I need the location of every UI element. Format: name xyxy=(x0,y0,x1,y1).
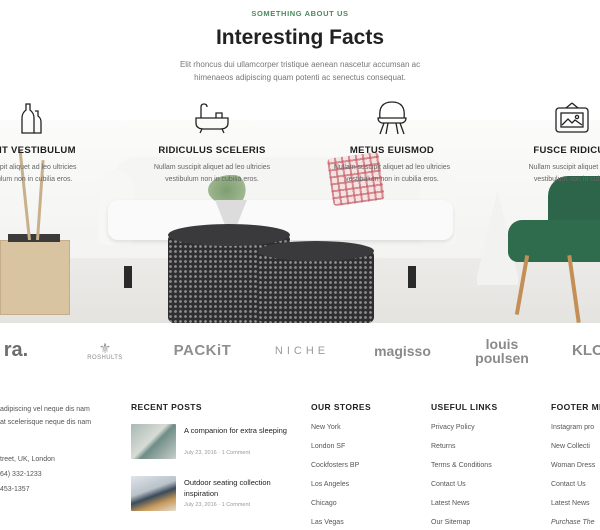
fact-item: FUSCE RIDICUL Nullam suscipit aliquet ad… xyxy=(497,100,600,186)
recent-post[interactable]: Outdoor seating collection inspiration J… xyxy=(131,476,296,512)
fact-title: FUSCE RIDICUL xyxy=(533,145,600,156)
site-footer: adipiscing vel neque dis nam at sceleris… xyxy=(0,378,600,530)
section-heading: Interesting Facts xyxy=(215,26,385,49)
fact-text: Nullam suscipit aliquet ad leo ultricies… xyxy=(317,162,467,186)
intro-line: Elit rhoncus dui ullamcorper tristique a… xyxy=(179,60,421,69)
footer-menu-link[interactable]: Woman Dress xyxy=(551,462,595,469)
store-link[interactable]: Chicago xyxy=(311,500,337,507)
bottles-icon xyxy=(0,100,107,136)
fact-title: ENT VESTIBULUM xyxy=(0,145,76,156)
about-text: at scelerisque neque dis nam xyxy=(0,419,92,426)
useful-link[interactable]: Contact Us xyxy=(431,481,466,488)
address-text: treet, UK, London xyxy=(0,456,55,463)
brand-name: PACKiT xyxy=(173,342,232,359)
brand-name: louis xyxy=(485,335,519,352)
post-date: July 23, 2016 xyxy=(184,502,217,508)
brand-logo[interactable]: magisso xyxy=(365,323,440,378)
brand-name: ROSHULTS xyxy=(87,354,123,361)
fact-title: METUS EUISMOD xyxy=(349,145,435,156)
fact-text-line: Nullam suscipit aliquet ad leo ultricies xyxy=(333,164,451,171)
footer-menu-link[interactable]: New Collecti xyxy=(551,443,590,450)
fact-text-line: vestibulum non in cubilia eros. xyxy=(345,176,439,183)
fact-text-line: Nullam suscipit aliquet ad le xyxy=(528,164,600,171)
brand-logo[interactable]: ⚜ ROSHULTS xyxy=(70,323,140,378)
fact-text: uscipit aliquet ad leo ultricies ibulum … xyxy=(0,162,107,186)
recent-post[interactable]: A companion for extra sleeping July 23, … xyxy=(131,424,296,460)
post-thumbnail[interactable] xyxy=(131,424,176,459)
fact-item: METUS EUISMOD Nullam suscipit aliquet ad… xyxy=(317,100,467,186)
store-link[interactable]: Los Angeles xyxy=(311,481,349,488)
post-comments[interactable]: 1 Comment xyxy=(222,450,250,456)
phone-text: 64) 332-1233 xyxy=(0,471,42,478)
fact-text-line: vestibulum non in cubilia xyxy=(533,176,600,183)
wooden-crate xyxy=(0,240,70,315)
brand-logo[interactable]: KLO xyxy=(572,323,600,378)
section-intro: Elit rhoncus dui ullamcorper tristique a… xyxy=(150,58,450,84)
fact-text: Nullam suscipit aliquet ad le vestibulum… xyxy=(497,162,600,186)
about-text: adipiscing vel neque dis nam xyxy=(0,406,90,413)
post-comments[interactable]: 1 Comment xyxy=(222,502,250,508)
interesting-facts-section: SOMETHING ABOUT US Interesting Facts Eli… xyxy=(0,0,600,323)
fact-text-line: ibulum non in cubilia eros. xyxy=(0,176,73,183)
fact-item: ENT VESTIBULUM uscipit aliquet ad leo ul… xyxy=(0,100,107,186)
side-table-left-top xyxy=(168,224,290,246)
armchair-icon xyxy=(317,100,467,136)
store-link[interactable]: Las Vegas xyxy=(311,519,344,526)
brand-logos-strip: ra. ⚜ ROSHULTS PACKiT NICHE magisso loui… xyxy=(0,323,600,378)
post-title-link[interactable]: A companion for extra sleeping xyxy=(184,425,294,436)
phone-text: 453-1357 xyxy=(0,486,30,493)
book-stack xyxy=(8,234,60,242)
brand-logo[interactable]: louis poulsen xyxy=(462,323,542,378)
fact-item: RIDICULUS SCELERIS Nullam suscipit aliqu… xyxy=(137,100,287,186)
brand-name: NICHE xyxy=(274,344,330,357)
fact-text: Nullam suscipit aliquet ad leo ultricies… xyxy=(137,162,287,186)
footer-menu-link[interactable]: Contact Us xyxy=(551,481,586,488)
footer-menu-title: FOOTER ME xyxy=(551,402,600,412)
footer-menu-link[interactable]: Instagram pro xyxy=(551,424,594,431)
footer-menu-link[interactable]: Latest News xyxy=(551,500,590,507)
post-meta: July 23, 2016 · 1 Comment xyxy=(184,450,250,456)
brand-name: magisso xyxy=(374,342,431,359)
bathtub-icon xyxy=(137,100,287,136)
post-thumbnail[interactable] xyxy=(131,476,176,511)
useful-link[interactable]: Returns xyxy=(431,443,456,450)
brand-logo[interactable]: NICHE xyxy=(262,323,342,378)
sofa-leg xyxy=(124,266,132,288)
our-stores-title: OUR STORES xyxy=(311,402,372,412)
post-title-link[interactable]: Outdoor seating collection inspiration xyxy=(184,477,294,499)
section-kicker: SOMETHING ABOUT US xyxy=(251,9,349,18)
green-chair-seat xyxy=(508,220,600,262)
side-table-right-top xyxy=(258,241,374,261)
sofa-leg xyxy=(408,266,416,288)
crest-icon: ⚜ xyxy=(98,339,112,356)
brand-logo[interactable]: PACKiT xyxy=(165,323,240,378)
fact-title: RIDICULUS SCELERIS xyxy=(158,145,266,156)
brand-name: ra. xyxy=(3,339,29,361)
fact-text-line: Nullam suscipit aliquet ad leo ultricies xyxy=(153,164,271,171)
store-link[interactable]: London SF xyxy=(311,443,345,450)
fact-text-line: vestibulum non in cubilia eros. xyxy=(165,176,259,183)
store-link[interactable]: New York xyxy=(311,424,341,431)
picture-frame-icon xyxy=(497,100,600,136)
intro-line: himenaeos adipiscing quam potenti ac sen… xyxy=(194,73,406,82)
recent-posts-title: RECENT POSTS xyxy=(131,402,202,412)
brand-name: KLO xyxy=(572,342,600,359)
useful-link[interactable]: Privacy Policy xyxy=(431,424,475,431)
post-meta: July 23, 2016 · 1 Comment xyxy=(184,502,250,508)
useful-links-title: USEFUL LINKS xyxy=(431,402,498,412)
post-date: July 23, 2016 xyxy=(184,450,217,456)
store-link[interactable]: Cockfosters BP xyxy=(311,462,359,469)
brand-logo[interactable]: ra. xyxy=(0,323,36,378)
useful-link[interactable]: Latest News xyxy=(431,500,470,507)
useful-link[interactable]: Terms & Conditions xyxy=(431,462,492,469)
brand-name: poulsen xyxy=(475,349,529,366)
fact-text-line: uscipit aliquet ad leo ultricies xyxy=(0,164,77,171)
footer-menu-link[interactable]: Purchase The xyxy=(551,519,595,526)
useful-link[interactable]: Our Sitemap xyxy=(431,519,470,526)
